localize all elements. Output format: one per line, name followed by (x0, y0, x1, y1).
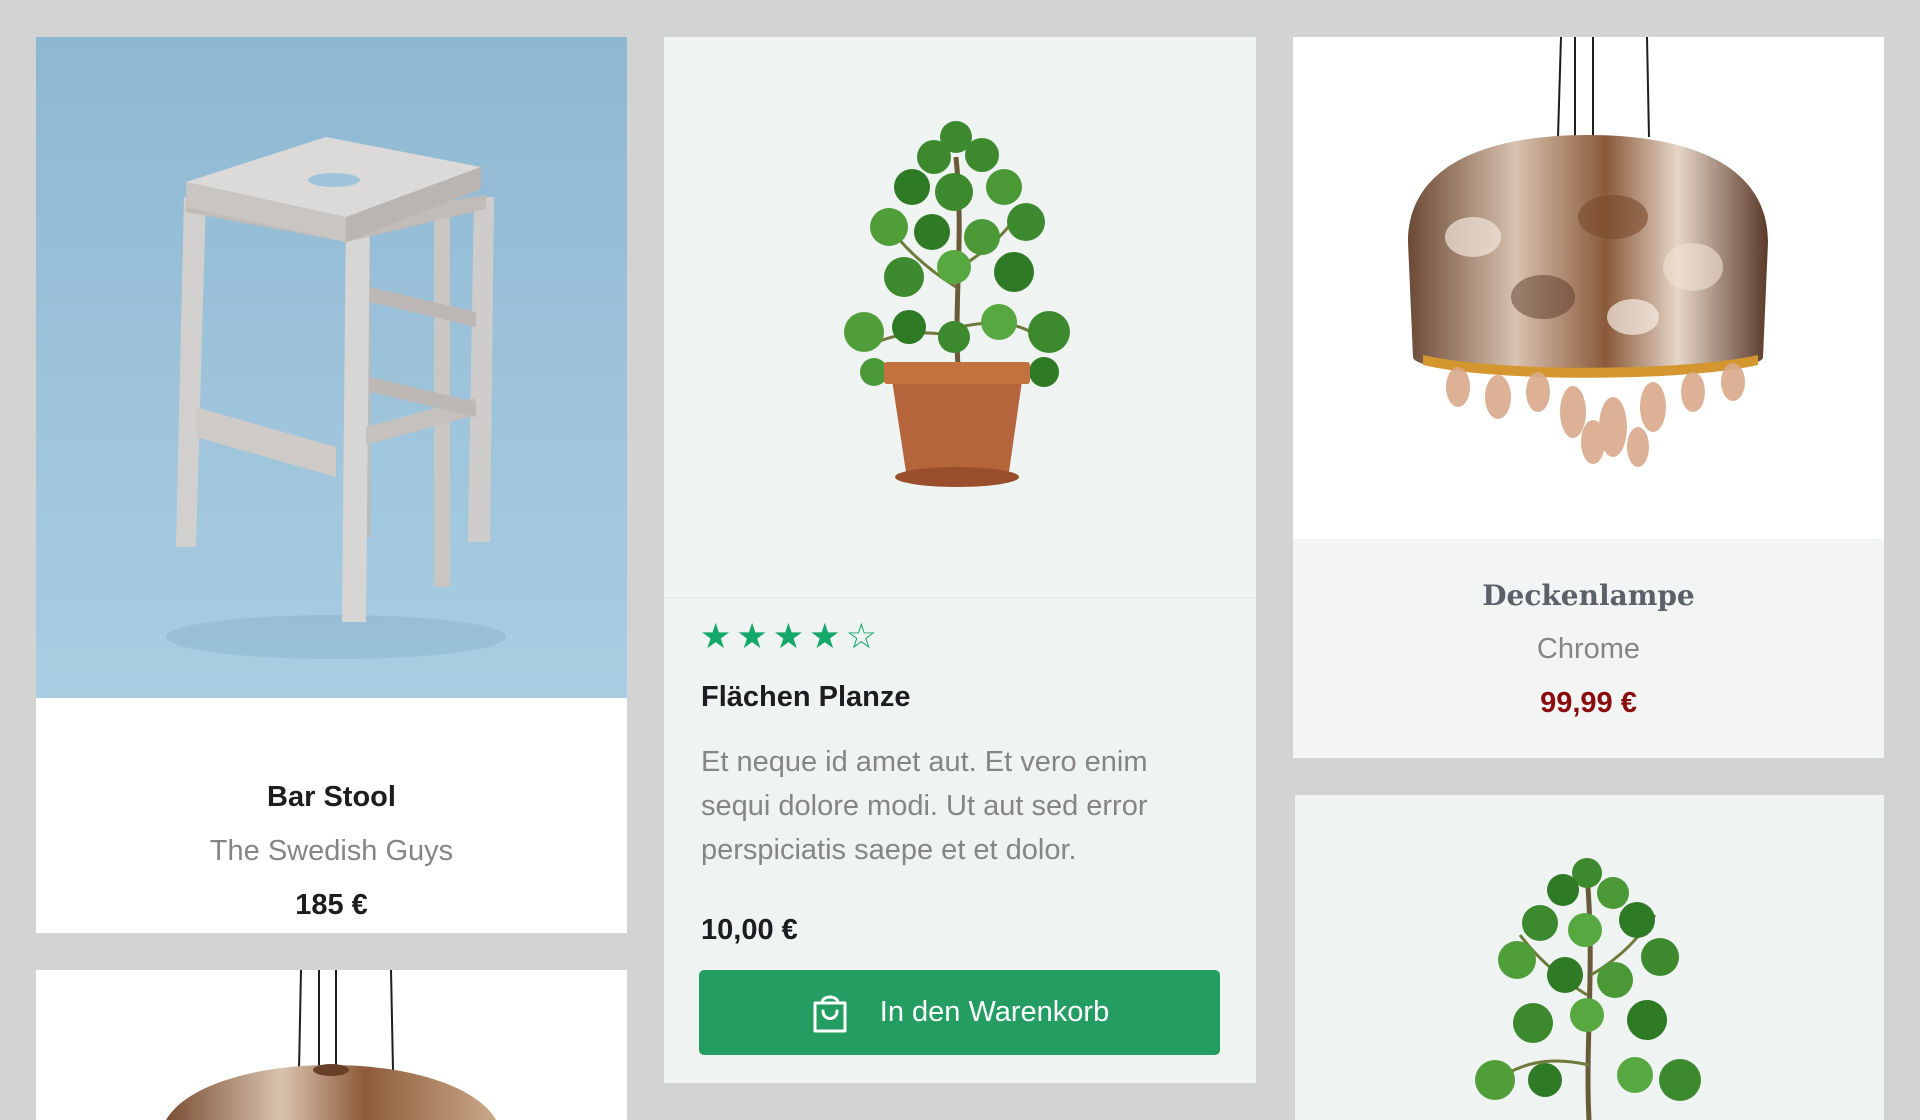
star-icon: ★ (772, 617, 805, 657)
potted-plant-illustration (1475, 858, 1701, 1120)
bar-stool-illustration (166, 137, 506, 659)
product-info-bar-stool: Bar Stool The Swedish Guys 185 € (36, 698, 627, 933)
product-brand: The Swedish Guys (209, 835, 454, 867)
star-empty-icon: ☆ (845, 617, 877, 657)
product-title[interactable]: Bar Stool (36, 781, 627, 814)
product-description: Et neque id amet aut. Et vero enim sequi… (701, 746, 1148, 866)
potted-plant-illustration (844, 121, 1070, 487)
star-icon: ★ (700, 617, 732, 657)
add-to-cart-button[interactable]: In den Warenkorb (699, 970, 1220, 1055)
card-divider (664, 597, 1256, 598)
product-card-lamp-partial[interactable] (36, 970, 627, 1120)
pendant-lamp-illustration (166, 970, 496, 1120)
product-brand: Chrome (1536, 633, 1641, 665)
pendant-lamp-illustration (1408, 37, 1768, 467)
shopping-bag-icon (810, 991, 850, 1035)
product-card-deckenlampe[interactable]: Deckenlampe Chrome 99,99 € (1293, 37, 1884, 758)
product-card-plant-partial[interactable] (1295, 795, 1884, 1120)
product-title[interactable]: Flächen Planze (701, 681, 911, 714)
product-title[interactable]: Deckenlampe (1293, 579, 1884, 612)
product-price: 99,99 € (1540, 687, 1637, 719)
product-image-plant[interactable] (664, 37, 1256, 598)
star-icon: ★ (736, 617, 768, 657)
product-card-bar-stool[interactable]: Bar Stool The Swedish Guys 185 € (36, 37, 627, 933)
product-image-bar-stool[interactable] (36, 37, 627, 698)
add-to-cart-label: In den Warenkorb (879, 996, 1110, 1028)
rating-stars: ★ ★ ★ ★ ☆ (700, 617, 877, 657)
product-image-lamp[interactable] (1293, 37, 1884, 539)
star-icon: ★ (809, 617, 841, 657)
product-price: 10,00 € (701, 914, 798, 946)
product-price: 185 € (295, 889, 368, 921)
product-card-flaechen-planze[interactable]: ★ ★ ★ ★ ☆ Flächen Planze Et neque id ame… (664, 37, 1256, 1083)
